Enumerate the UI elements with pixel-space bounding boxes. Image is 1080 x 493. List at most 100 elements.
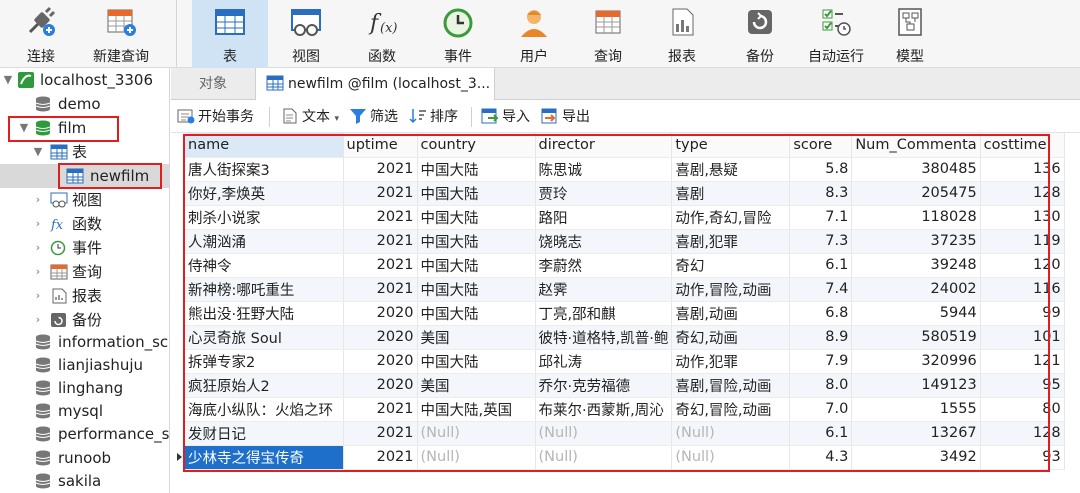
table-cell[interactable]: 2021 <box>343 181 418 206</box>
tree-database-runoob[interactable]: runoob <box>0 446 169 470</box>
table-row[interactable]: 侍神令 2021 中国大陆 李蔚然 奇幻 6.1 39248 120 <box>185 253 1065 278</box>
table-row[interactable]: 拆弹专家2 2020 中国大陆 邱礼涛 动作,犯罪 7.9 320996 121 <box>185 349 1065 374</box>
table-cell[interactable]: 刺杀小说家 <box>185 205 344 230</box>
tree-database-lianjiashuju[interactable]: lianjiashuju <box>0 353 169 377</box>
table-cell[interactable]: 邱礼涛 <box>535 349 673 374</box>
table-cell[interactable]: 149123 <box>851 373 981 398</box>
table-cell[interactable]: 路阳 <box>535 205 673 230</box>
toolbar-event-button[interactable]: 事件 <box>420 0 496 68</box>
table-cell[interactable]: 2021 <box>343 253 418 278</box>
table-cell[interactable]: 130 <box>980 205 1065 230</box>
table-cell[interactable]: 2021 <box>343 277 418 302</box>
toolbar-autorun-button[interactable]: 自动运行 <box>798 0 874 68</box>
table-row[interactable]: 唐人街探案3 2021 中国大陆 陈思诚 喜剧,悬疑 5.8 380485 136 <box>185 157 1065 182</box>
table-cell[interactable]: 彼特·道格特,凯普·鲍 <box>535 325 673 350</box>
table-cell[interactable]: 2021 <box>343 205 418 230</box>
table-cell[interactable]: 拆弹专家2 <box>185 349 344 374</box>
expand-arrow-icon[interactable]: ▼ <box>2 68 14 92</box>
table-cell[interactable]: 2020 <box>343 301 418 326</box>
table-cell[interactable]: 2021 <box>343 397 418 422</box>
column-header[interactable]: costtime <box>980 133 1065 158</box>
table-cell[interactable]: 118028 <box>851 205 981 230</box>
table-cell[interactable]: (Null) <box>671 421 791 446</box>
expand-arrow-icon[interactable]: ▼ <box>32 140 44 164</box>
tree-database-sakila[interactable]: sakila <box>0 469 169 493</box>
table-cell[interactable]: 动作,奇幻,冒险 <box>671 205 791 230</box>
table-cell[interactable]: 6.8 <box>789 301 853 326</box>
table-cell[interactable]: 93 <box>980 445 1065 470</box>
table-cell[interactable]: 128 <box>980 181 1065 206</box>
table-cell[interactable]: 疯狂原始人2 <box>185 373 344 398</box>
table-cell[interactable]: 7.3 <box>789 229 853 254</box>
table-cell[interactable]: 5.8 <box>789 157 853 182</box>
toolbar-user-button[interactable]: 用户 <box>496 0 572 68</box>
table-cell[interactable]: 发财日记 <box>185 421 344 446</box>
table-cell[interactable]: 2021 <box>343 445 418 470</box>
table-cell[interactable]: 2021 <box>343 421 418 446</box>
tree-queries-group[interactable]: › 查询 <box>0 260 169 284</box>
table-cell[interactable]: 中国大陆 <box>417 205 536 230</box>
toolbar-report-button[interactable]: 报表 <box>644 0 720 68</box>
table-row[interactable]: 海底小纵队：火焰之环 2021 中国大陆,英国 布莱尔·西蒙斯,周沁 奇幻,冒险,动画 7… <box>185 397 1065 422</box>
table-row[interactable]: 少林寺之得宝传奇 2021 (Null) (Null) (Null) 4.3 3492 93 <box>185 445 1065 470</box>
toolbar-model-button[interactable]: 模型 <box>872 0 948 68</box>
tree-database-mysql[interactable]: mysql <box>0 399 169 423</box>
table-cell[interactable]: 116 <box>980 277 1065 302</box>
table-cell[interactable]: 喜剧 <box>671 181 791 206</box>
collapsed-arrow-icon[interactable]: › <box>32 188 44 212</box>
table-row[interactable]: 疯狂原始人2 2020 美国 乔尔·克劳福德 喜剧,冒险,动画 8.0 149123 95 <box>185 373 1065 398</box>
column-header[interactable]: score <box>789 133 853 158</box>
collapsed-arrow-icon[interactable]: › <box>32 284 44 308</box>
table-cell[interactable]: 李蔚然 <box>535 253 673 278</box>
table-cell[interactable]: 128 <box>980 421 1065 446</box>
table-cell[interactable]: 饶晓志 <box>535 229 673 254</box>
begin-transaction-button[interactable]: 开始事务 <box>177 106 254 128</box>
table-cell[interactable]: 4.3 <box>789 445 853 470</box>
tree-connection[interactable]: ▼ localhost_3306 <box>0 68 169 92</box>
column-header[interactable]: Num_Commenta <box>851 133 981 158</box>
table-cell[interactable]: (Null) <box>417 445 536 470</box>
table-cell[interactable]: 赵霁 <box>535 277 673 302</box>
table-cell[interactable]: 心灵奇旅 Soul <box>185 325 344 350</box>
table-cell[interactable]: 海底小纵队：火焰之环 <box>185 397 344 422</box>
table-cell[interactable]: 美国 <box>417 325 536 350</box>
table-row[interactable]: 熊出没·狂野大陆 2020 中国大陆 丁亮,邵和麒 喜剧,动画 6.8 5944 99 <box>185 301 1065 326</box>
tree-backups-group[interactable]: › 备份 <box>0 308 169 332</box>
collapsed-arrow-icon[interactable]: › <box>32 212 44 236</box>
table-cell[interactable]: 2020 <box>343 349 418 374</box>
import-button[interactable]: 导入 <box>481 106 530 128</box>
table-cell[interactable]: 人潮汹涌 <box>185 229 344 254</box>
table-cell[interactable]: 3492 <box>851 445 981 470</box>
tab-newfilm[interactable]: newfilm @film (localhost_3... <box>255 68 495 100</box>
table-cell[interactable]: 中国大陆 <box>417 229 536 254</box>
table-cell[interactable]: 7.4 <box>789 277 853 302</box>
table-cell[interactable]: 99 <box>980 301 1065 326</box>
table-cell[interactable]: 美国 <box>417 373 536 398</box>
collapsed-arrow-icon[interactable]: › <box>32 236 44 260</box>
table-cell[interactable]: 580519 <box>851 325 981 350</box>
table-cell[interactable]: 熊出没·狂野大陆 <box>185 301 344 326</box>
tree-functions-group[interactable]: › fx 函数 <box>0 212 169 236</box>
table-cell[interactable]: 中国大陆 <box>417 157 536 182</box>
table-cell[interactable]: 380485 <box>851 157 981 182</box>
table-cell[interactable]: 2020 <box>343 373 418 398</box>
table-row[interactable]: 发财日记 2021 (Null) (Null) (Null) 6.1 13267 128 <box>185 421 1065 446</box>
table-cell[interactable]: 2021 <box>343 229 418 254</box>
toolbar-query-button[interactable]: 查询 <box>570 0 646 68</box>
table-cell[interactable]: 奇幻,冒险,动画 <box>671 397 791 422</box>
table-cell[interactable]: 奇幻,动画 <box>671 325 791 350</box>
collapsed-arrow-icon[interactable]: › <box>32 260 44 284</box>
table-cell[interactable]: 中国大陆,英国 <box>417 397 536 422</box>
table-row[interactable]: 人潮汹涌 2021 中国大陆 饶晓志 喜剧,犯罪 7.3 37235 119 <box>185 229 1065 254</box>
table-cell[interactable]: 80 <box>980 397 1065 422</box>
table-cell[interactable]: 205475 <box>851 181 981 206</box>
table-cell[interactable]: 喜剧,动画 <box>671 301 791 326</box>
tree-database-performance-schema[interactable]: performance_sc <box>0 422 169 446</box>
sort-button[interactable]: 排序 <box>409 106 458 128</box>
toolbar-function-button[interactable]: f (x) 函数 <box>344 0 420 68</box>
table-cell[interactable]: (Null) <box>535 445 673 470</box>
tree-reports-group[interactable]: › 报表 <box>0 284 169 308</box>
tree-database-linghang[interactable]: linghang <box>0 376 169 400</box>
tree-views-group[interactable]: › 视图 <box>0 188 169 212</box>
toolbar-table-button[interactable]: 表 <box>192 0 268 68</box>
